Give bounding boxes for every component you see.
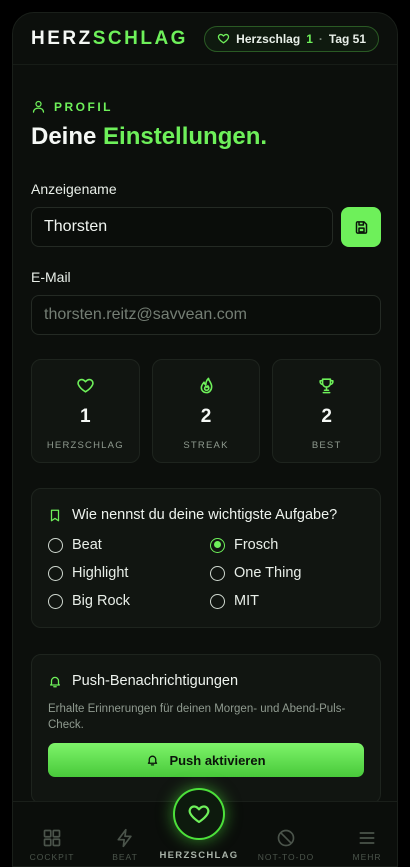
stat-value: 1: [80, 406, 91, 427]
heart-icon: [188, 805, 210, 824]
app-frame: HERZSCHLAG Herzschlag 1 · Tag 51 PROFIL …: [12, 12, 398, 867]
option-one-thing[interactable]: One Thing: [210, 565, 301, 581]
option-label: One Thing: [234, 565, 302, 581]
block-icon: [277, 829, 295, 847]
push-title: Push-Benachrichtigungen: [72, 673, 239, 689]
nav-label: NOT-TO-DO: [257, 852, 315, 862]
radio-button[interactable]: [210, 593, 225, 609]
radio-button[interactable]: [48, 593, 63, 609]
heartbeat-status-pill[interactable]: Herzschlag 1 · Tag 51: [204, 25, 379, 52]
stats-row: 1 HERZSCHLAG 2 STREAK 2 BEST: [31, 359, 382, 463]
task-naming-card: Wie nennst du deine wichtigste Aufgabe? …: [31, 488, 381, 628]
radio-button[interactable]: [48, 537, 63, 553]
top-bar: HERZSCHLAG Herzschlag 1 · Tag 51: [13, 13, 397, 65]
task-naming-header: Wie nennst du deine wichtigste Aufgabe?: [48, 507, 337, 523]
logo-text-part1: HERZ: [31, 27, 93, 49]
stat-card-streak: 2 STREAK: [151, 359, 261, 463]
option-highlight[interactable]: Highlight: [48, 565, 128, 581]
pill-separator: ·: [318, 31, 323, 46]
trophy-icon: [319, 378, 334, 394]
bell-icon: [148, 755, 158, 766]
pill-label: Herzschlag: [236, 31, 301, 46]
stat-label: HERZSCHLAG: [46, 440, 124, 451]
nav-item-herzschlag[interactable]: [173, 788, 225, 840]
push-notifications-card: Push-Benachrichtigungen Erhalte Erinneru…: [31, 654, 381, 804]
bell-icon: [49, 676, 61, 687]
stat-value: 2: [321, 406, 332, 427]
stat-label: STREAK: [183, 440, 229, 451]
radio-button[interactable]: [210, 565, 225, 581]
pill-day: Tag 51: [328, 31, 366, 46]
stat-label: BEST: [311, 440, 342, 451]
nav-item-not-to-do[interactable]: NOT-TO-DO: [256, 828, 316, 862]
push-button-label: Push aktivieren: [169, 752, 266, 768]
nav-label-herzschlag: HERZSCHLAG: [159, 850, 239, 861]
nav-label: COCKPIT: [29, 852, 75, 862]
section-label-text: PROFIL: [54, 99, 113, 114]
menu-icon: [359, 832, 375, 844]
option-beat[interactable]: Beat: [48, 537, 102, 553]
app-logo[interactable]: HERZSCHLAG: [31, 28, 188, 50]
nav-item-beat[interactable]: BEAT: [95, 828, 155, 862]
nav-label: BEAT: [112, 852, 138, 862]
display-name-label: Anzeigename: [31, 181, 117, 197]
option-label: MIT: [234, 593, 259, 609]
nav-label: MEHR: [352, 852, 382, 862]
option-label: Big Rock: [72, 593, 131, 609]
display-name-input[interactable]: Thorsten: [31, 207, 333, 247]
radio-button[interactable]: [48, 565, 63, 581]
push-description: Erhalte Erinnerungen für deinen Morgen- …: [48, 703, 346, 731]
lightning-icon: [117, 828, 132, 848]
heart-icon: [217, 33, 230, 44]
user-icon: [32, 100, 45, 113]
push-activate-button[interactable]: Push aktivieren: [48, 743, 364, 777]
flame-icon: [200, 377, 212, 394]
option-big-rock[interactable]: Big Rock: [48, 593, 130, 609]
heart-icon: [77, 378, 94, 393]
task-naming-question: Wie nennst du deine wichtigste Aufgabe?: [72, 507, 338, 523]
stat-value: 2: [200, 406, 212, 427]
page-title-part1: Deine: [31, 123, 97, 150]
page-title-part2: Einstellungen.: [103, 123, 268, 150]
option-frosch[interactable]: Frosch: [210, 537, 278, 553]
option-label: Beat: [72, 537, 102, 553]
pill-count: 1: [306, 31, 313, 46]
save-name-button[interactable]: [341, 207, 381, 247]
push-header: Push-Benachrichtigungen: [48, 673, 238, 689]
email-label: E-Mail: [31, 269, 71, 285]
option-mit[interactable]: MIT: [210, 593, 259, 609]
email-field[interactable]: thorsten.reitz@savvean.com: [31, 295, 381, 335]
radio-button-selected[interactable]: [210, 537, 225, 553]
save-icon: [355, 220, 367, 234]
option-label: Highlight: [72, 565, 129, 581]
bottom-navigation: COCKPIT BEAT HERZSCHLAG NOT-TO-DO MEHR: [13, 788, 397, 866]
option-label: Frosch: [234, 537, 279, 553]
logo-text-part2: SCHLAG: [92, 27, 188, 49]
grid-icon: [43, 829, 61, 847]
nav-item-more[interactable]: MEHR: [337, 828, 397, 862]
stat-card-heartbeat: 1 HERZSCHLAG: [31, 359, 140, 463]
page-title: Deine Einstellungen.: [31, 123, 267, 151]
nav-item-cockpit[interactable]: COCKPIT: [22, 828, 82, 862]
stat-card-best: 2 BEST: [272, 359, 382, 463]
section-label-profile: PROFIL: [31, 99, 113, 114]
bookmark-icon: [50, 509, 60, 521]
